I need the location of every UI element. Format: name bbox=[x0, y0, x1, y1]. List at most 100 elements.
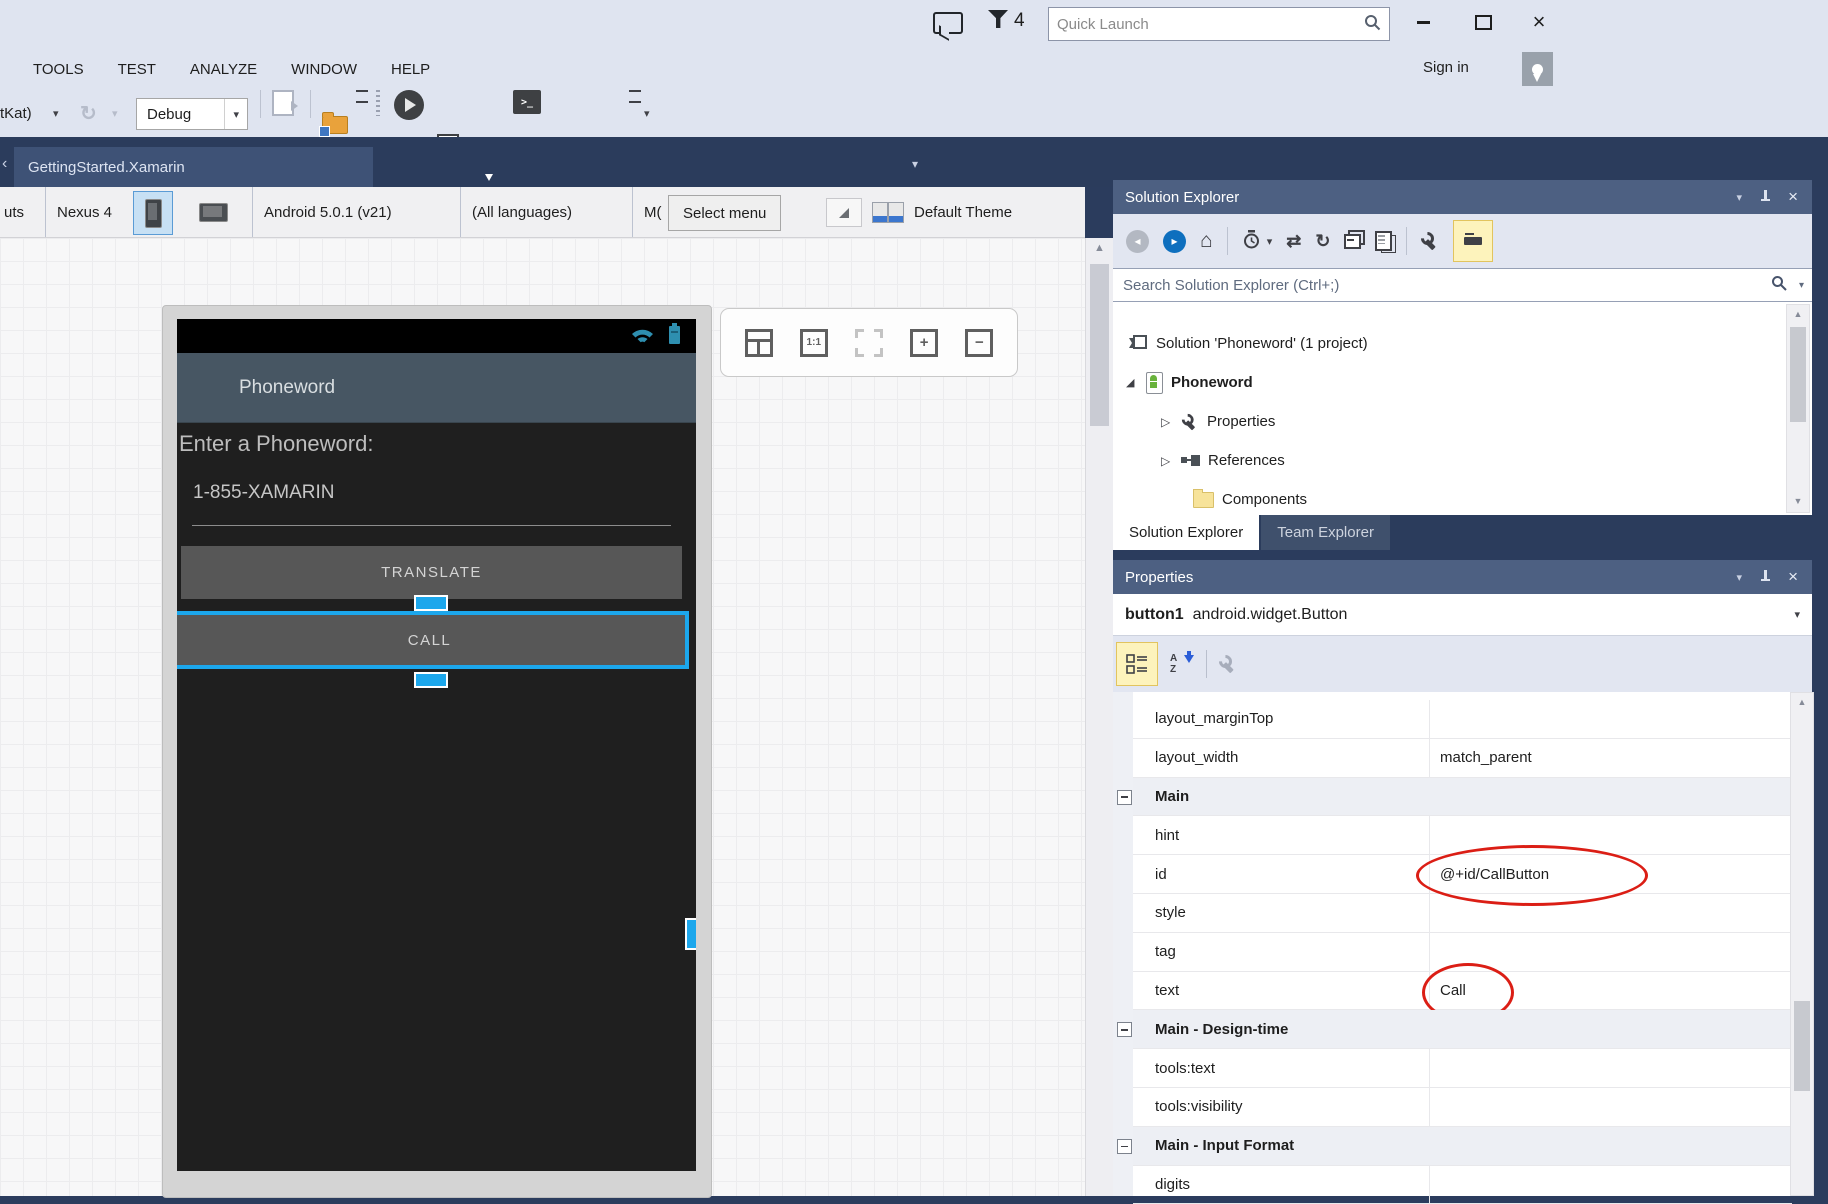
forward-button[interactable]: ▸ bbox=[1163, 230, 1186, 253]
tree-item-phoneword-project[interactable]: Phoneword bbox=[1113, 363, 1812, 402]
back-button[interactable]: ◂ bbox=[1126, 230, 1149, 253]
collapse-category-icon[interactable] bbox=[1117, 1022, 1132, 1037]
zoom-in-icon[interactable]: + bbox=[910, 329, 938, 357]
property-row-id[interactable]: id @+id/CallButton bbox=[1133, 855, 1792, 894]
category-row-main[interactable]: Main bbox=[1133, 778, 1792, 817]
zoom-out-icon[interactable]: − bbox=[965, 329, 993, 357]
collapse-all-button[interactable] bbox=[1344, 234, 1361, 249]
toolbar-overflow2-icon[interactable] bbox=[629, 90, 641, 103]
sync-with-active-document-button[interactable]: ⇄ bbox=[1286, 231, 1301, 252]
property-grid[interactable]: layout_marginTop layout_width match_pare… bbox=[1113, 692, 1792, 1196]
preview-selected-items-toggle[interactable] bbox=[1453, 220, 1493, 262]
tab-solution-explorer[interactable]: Solution Explorer bbox=[1113, 515, 1259, 550]
object-dropdown-icon[interactable]: ▾ bbox=[1794, 608, 1812, 621]
scrollbar-thumb[interactable] bbox=[1790, 327, 1806, 422]
panel-menu-dropdown-icon[interactable]: ▾ bbox=[1737, 571, 1743, 584]
design-surface[interactable]: Phoneword Enter a Phoneword: 1-855-XAMAR… bbox=[0, 238, 1085, 1196]
designer-corner-button[interactable] bbox=[826, 198, 862, 227]
select-menu-button[interactable]: Select menu bbox=[668, 195, 781, 231]
pin-icon[interactable] bbox=[1760, 570, 1770, 584]
tree-item-references[interactable]: References bbox=[1113, 441, 1812, 480]
device-target-truncated[interactable]: tKat) bbox=[0, 90, 32, 137]
configuration-dropdown-icon[interactable] bbox=[224, 99, 247, 129]
tree-item-components[interactable]: Components bbox=[1113, 480, 1812, 519]
selected-object-combo[interactable]: button1 android.widget.Button ▾ bbox=[1113, 594, 1812, 636]
solution-explorer-tree[interactable]: Solution 'Phoneword' (1 project) Phonewo… bbox=[1113, 302, 1812, 515]
grid-vertical-scrollbar[interactable]: ▲ bbox=[1790, 692, 1814, 1196]
call-button-selected[interactable]: CALL bbox=[177, 611, 689, 669]
expander-collapsed-icon[interactable] bbox=[1161, 415, 1173, 429]
notification-count[interactable]: 4 bbox=[1014, 10, 1025, 32]
close-button[interactable]: × bbox=[1522, 8, 1556, 36]
menu-tools[interactable]: TOOLS bbox=[33, 61, 84, 78]
panel-close-icon[interactable]: × bbox=[1788, 190, 1798, 204]
quick-launch-input[interactable] bbox=[1049, 16, 1364, 33]
phoneword-prompt-label[interactable]: Enter a Phoneword: bbox=[179, 431, 373, 457]
toolbar-grip-handle[interactable] bbox=[376, 90, 380, 116]
android-adb-console-icon[interactable]: >_ bbox=[513, 90, 541, 114]
scroll-down-icon[interactable]: ▼ bbox=[1787, 492, 1809, 510]
document-tab[interactable]: GettingStarted.Xamarin bbox=[14, 147, 373, 187]
filter-dropdown-icon[interactable]: ▾ bbox=[1267, 235, 1273, 248]
tree-item-solution[interactable]: Solution 'Phoneword' (1 project) bbox=[1113, 324, 1812, 363]
actual-size-icon[interactable]: 1:1 bbox=[800, 329, 828, 357]
split-view-icon[interactable] bbox=[745, 329, 773, 357]
landscape-orientation-button[interactable] bbox=[194, 191, 232, 233]
property-value[interactable]: Call bbox=[1440, 982, 1466, 999]
account-avatar-icon[interactable] bbox=[1522, 52, 1553, 86]
phone-screen[interactable]: Phoneword Enter a Phoneword: 1-855-XAMAR… bbox=[177, 319, 696, 1171]
property-row-style[interactable]: style bbox=[1133, 894, 1792, 933]
layouts-label-truncated[interactable]: uts bbox=[4, 187, 24, 237]
collapse-category-icon[interactable] bbox=[1117, 1139, 1132, 1154]
run-button[interactable] bbox=[394, 90, 424, 120]
property-value[interactable]: match_parent bbox=[1440, 749, 1532, 766]
fit-to-screen-icon[interactable] bbox=[855, 329, 883, 357]
menu-help[interactable]: HELP bbox=[391, 61, 430, 78]
tree-item-properties[interactable]: Properties bbox=[1113, 402, 1812, 441]
quick-launch-box[interactable] bbox=[1048, 7, 1390, 41]
menu-window[interactable]: WINDOW bbox=[291, 61, 357, 78]
notifications-funnel-icon[interactable] bbox=[988, 10, 1008, 28]
solution-explorer-search-input[interactable] bbox=[1113, 277, 1771, 294]
scrollbar-thumb[interactable] bbox=[1794, 1001, 1810, 1091]
pending-changes-filter-button[interactable] bbox=[1242, 230, 1261, 253]
show-all-files-button[interactable] bbox=[1375, 231, 1392, 251]
minimize-button[interactable] bbox=[1406, 8, 1440, 36]
configuration-combo[interactable]: Debug bbox=[136, 98, 248, 130]
scroll-up-icon[interactable]: ▲ bbox=[1787, 305, 1809, 323]
open-file-icon[interactable] bbox=[322, 116, 348, 134]
search-options-dropdown-icon[interactable]: ▾ bbox=[1799, 280, 1804, 291]
selection-handle-top[interactable] bbox=[414, 595, 448, 611]
home-button[interactable]: ⌂ bbox=[1200, 231, 1213, 251]
expander-expanded-icon[interactable] bbox=[1126, 376, 1138, 389]
solution-explorer-title-bar[interactable]: Solution Explorer ▾ × bbox=[1113, 180, 1812, 214]
android-version-selector[interactable]: Android 5.0.1 (v21) bbox=[264, 187, 392, 237]
expander-collapsed-icon[interactable] bbox=[1161, 454, 1173, 468]
category-row-main-design-time[interactable]: Main - Design-time bbox=[1133, 1010, 1792, 1049]
tab-scroll-left-icon[interactable]: ‹ bbox=[2, 155, 7, 173]
scroll-up-icon[interactable]: ▲ bbox=[1086, 238, 1113, 258]
device-selector[interactable]: Nexus 4 bbox=[57, 187, 112, 237]
property-row-hint[interactable]: hint bbox=[1133, 816, 1792, 855]
maximize-button[interactable] bbox=[1466, 8, 1500, 36]
feedback-icon[interactable] bbox=[933, 12, 963, 34]
selection-handle-right[interactable] bbox=[685, 918, 696, 950]
tab-list-dropdown-icon[interactable]: ▾ bbox=[912, 157, 918, 171]
scroll-up-icon[interactable]: ▲ bbox=[1791, 693, 1813, 711]
property-row-tools-text[interactable]: tools:text bbox=[1133, 1049, 1792, 1088]
panel-close-icon[interactable]: × bbox=[1788, 570, 1798, 584]
alphabetical-sort-button[interactable]: AZ bbox=[1170, 651, 1194, 677]
collapse-category-icon[interactable] bbox=[1117, 790, 1132, 805]
menu-test[interactable]: TEST bbox=[118, 61, 156, 78]
tree-vertical-scrollbar[interactable]: ▲ ▼ bbox=[1786, 304, 1810, 513]
toolbar-overflow2-dropdown-icon[interactable] bbox=[644, 90, 650, 137]
phoneword-input-value[interactable]: 1-855-XAMARIN bbox=[193, 482, 335, 504]
property-row-digits[interactable]: digits bbox=[1133, 1166, 1792, 1204]
category-row-main-input-format[interactable]: Main - Input Format bbox=[1133, 1127, 1792, 1166]
portrait-orientation-button[interactable] bbox=[133, 191, 173, 235]
editor-vertical-scrollbar[interactable]: ▲ bbox=[1085, 238, 1113, 1196]
panel-menu-dropdown-icon[interactable]: ▾ bbox=[1737, 191, 1743, 204]
tab-team-explorer[interactable]: Team Explorer bbox=[1261, 515, 1390, 550]
property-value[interactable]: @+id/CallButton bbox=[1440, 866, 1549, 883]
properties-wrench-button[interactable] bbox=[1421, 232, 1439, 250]
